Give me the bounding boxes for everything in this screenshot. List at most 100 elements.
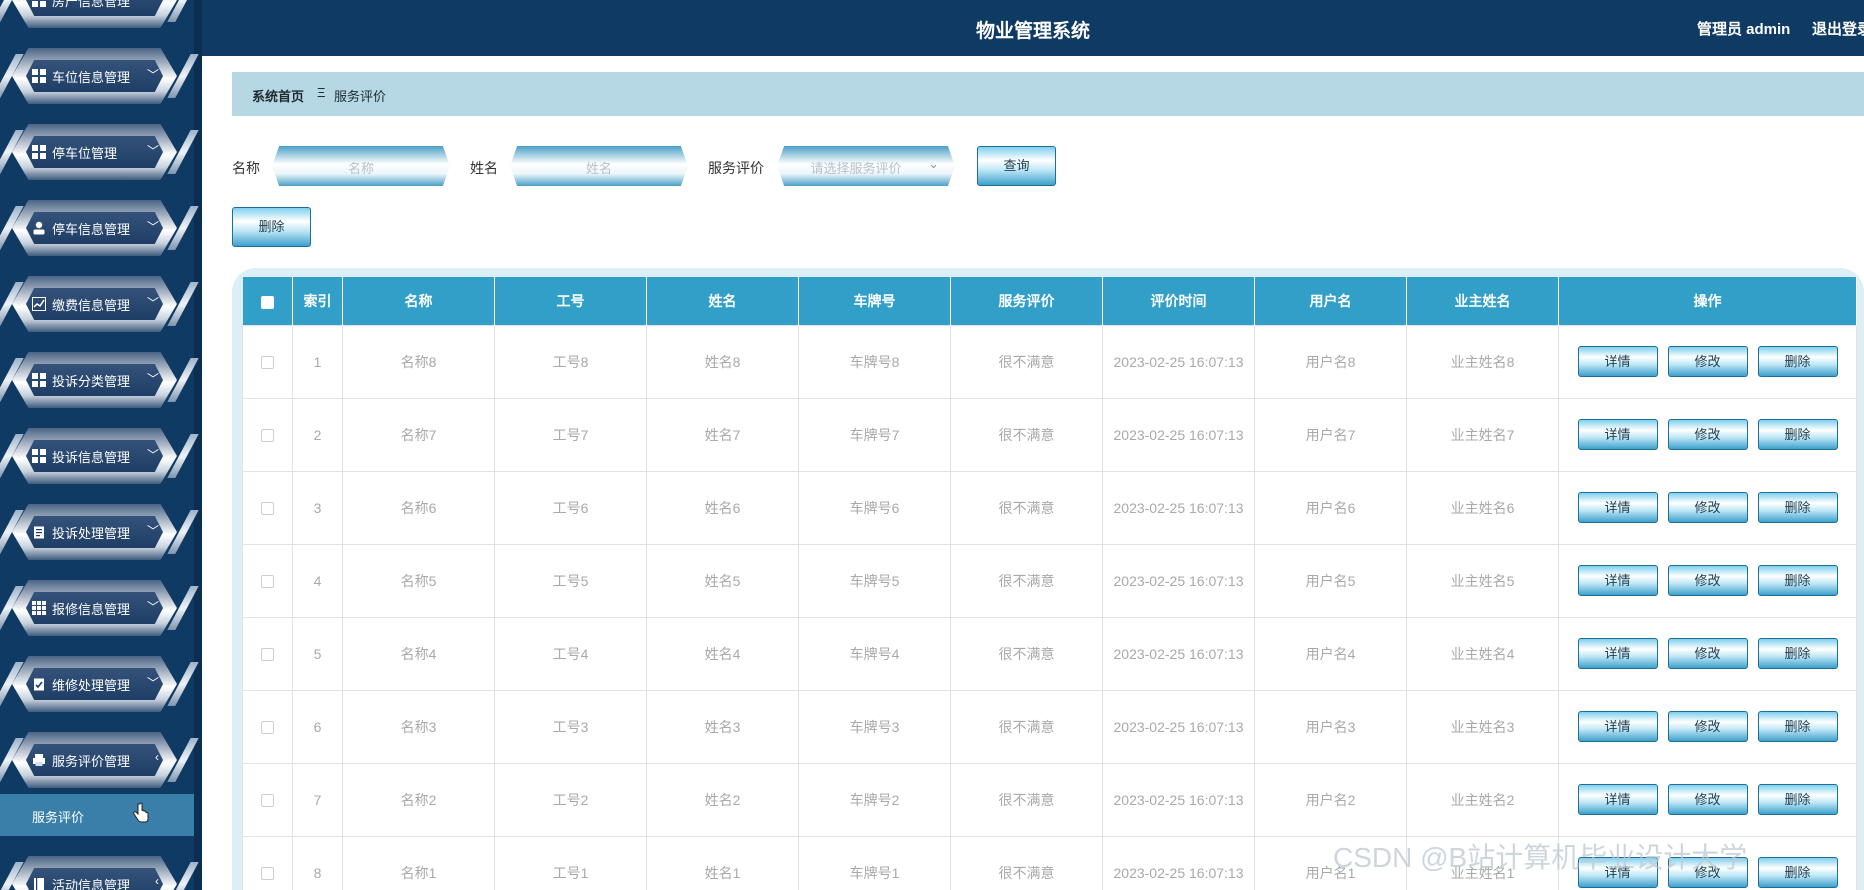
admin-label: 管理员 admin [1697, 21, 1791, 38]
cell-job-no: 工号5 [494, 543, 647, 618]
book-icon [34, 878, 44, 890]
cell-owner: 业主姓名5 [1406, 543, 1559, 618]
sidebar-item-label: 活动信息管理 [52, 878, 131, 890]
row-checkbox[interactable] [261, 356, 274, 370]
name-filter-input[interactable]: 名称 [272, 146, 450, 186]
query-button[interactable]: 查询 [977, 146, 1056, 186]
cell-name: 名称6 [342, 470, 495, 545]
edit-button[interactable]: 修改 [1667, 565, 1748, 596]
edit-button[interactable]: 修改 [1667, 419, 1748, 450]
cell-time: 2023-02-25 16:07:13 [1102, 616, 1255, 691]
delete-button[interactable]: 删除 [1757, 711, 1838, 742]
sidebar-item-complaint-handling[interactable]: 投诉处理管理 ﹀ [0, 504, 199, 560]
sidebar-item-parking-info[interactable]: 停车信息管理 ﹀ [0, 200, 199, 256]
cell-time: 2023-02-25 16:07:13 [1102, 762, 1255, 837]
chevron-down-icon: ﹀ [146, 448, 159, 462]
chevron-down-icon: ﹀ [146, 220, 159, 234]
table-row: 2 名称7 工号7 姓名7 车牌号7 很不满意 2023-02-25 16:07… [242, 397, 1857, 472]
cell-rating: 很不满意 [950, 543, 1103, 618]
row-checkbox[interactable] [261, 429, 274, 443]
cell-actions: 详情 修改 删除 [1558, 543, 1857, 618]
cell-rating: 很不满意 [950, 762, 1103, 837]
edit-button[interactable]: 修改 [1667, 492, 1748, 523]
sidebar-item-label: 停车信息管理 [52, 222, 131, 237]
cell-name: 名称1 [342, 835, 495, 890]
row-checkbox[interactable] [261, 502, 274, 516]
sidebar-item-maintenance-handling[interactable]: 维修处理管理 ﹀ [0, 656, 199, 712]
select-all-header[interactable] [242, 277, 293, 325]
row-checkbox[interactable] [261, 794, 274, 808]
rating-filter-select[interactable]: 请选择服务评价 ⌄ [777, 146, 955, 186]
bulk-delete-button[interactable]: 删除 [232, 207, 311, 247]
person-filter-input[interactable]: 姓名 [510, 146, 688, 186]
delete-button[interactable]: 删除 [1757, 565, 1838, 596]
row-checkbox[interactable] [261, 648, 274, 662]
edit-button[interactable]: 修改 [1667, 346, 1748, 377]
printer-icon [33, 754, 45, 766]
sidebar-item-label: 停车位管理 [52, 146, 118, 161]
edit-button[interactable]: 修改 [1667, 711, 1748, 742]
detail-button[interactable]: 详情 [1577, 638, 1658, 669]
sidebar-item-label: 维修处理管理 [52, 678, 131, 693]
person-filter-placeholder: 姓名 [585, 161, 612, 176]
cell-rating: 很不满意 [950, 324, 1103, 399]
cell-actions: 详情 修改 删除 [1558, 470, 1857, 545]
row-checkbox[interactable] [261, 575, 274, 589]
grid-icon [32, 0, 46, 7]
sidebar-item-complaint-category[interactable]: 投诉分类管理 ﹀ [0, 352, 199, 408]
cell-person: 姓名7 [646, 397, 799, 472]
cell-user: 用户名3 [1254, 689, 1407, 764]
cell-plate: 车牌号7 [798, 397, 951, 472]
delete-button[interactable]: 删除 [1757, 419, 1838, 450]
delete-button[interactable]: 删除 [1757, 784, 1838, 815]
delete-button[interactable]: 删除 [1757, 346, 1838, 377]
cell-rating: 很不满意 [950, 616, 1103, 691]
detail-button[interactable]: 详情 [1577, 784, 1658, 815]
cell-name: 名称7 [342, 397, 495, 472]
cell-job-no: 工号2 [494, 762, 647, 837]
sidebar-item-label: 缴费信息管理 [52, 298, 131, 313]
sidebar-item-repair-info[interactable]: 报修信息管理 ﹀ [0, 580, 199, 636]
breadcrumb-home-link[interactable]: 系统首页 [252, 86, 304, 105]
cell-index: 2 [292, 397, 343, 472]
select-all-checkbox[interactable] [260, 295, 274, 309]
row-checkbox[interactable] [261, 867, 274, 881]
delete-button[interactable]: 删除 [1757, 638, 1838, 669]
cell-index: 6 [292, 689, 343, 764]
row-checkbox[interactable] [261, 721, 274, 735]
sidebar-item-service-rating[interactable]: 服务评价管理 ‹ [0, 732, 199, 788]
cell-actions: 详情 修改 删除 [1558, 397, 1857, 472]
logout-link[interactable]: 退出登录 [1812, 18, 1864, 39]
delete-button[interactable]: 删除 [1757, 857, 1838, 888]
sidebar-item-property-info[interactable]: 房产信息管理 ﹀ [0, 0, 199, 28]
detail-button[interactable]: 详情 [1577, 492, 1658, 523]
cell-actions: 详情 修改 删除 [1558, 324, 1857, 399]
cell-owner: 业主姓名8 [1406, 324, 1559, 399]
sidebar-item-complaint-info[interactable]: 投诉信息管理 ﹀ [0, 428, 199, 484]
user-icon [33, 221, 45, 235]
cell-time: 2023-02-25 16:07:13 [1102, 835, 1255, 890]
cell-job-no: 工号4 [494, 616, 647, 691]
sidebar-subitem-service-rating[interactable]: 服务评价 [0, 794, 194, 836]
sidebar-item-label: 投诉信息管理 [52, 450, 131, 465]
sidebar-item-activity-info[interactable]: 活动信息管理 ‹ [0, 856, 199, 890]
col-header-plate: 车牌号 [798, 277, 951, 325]
detail-button[interactable]: 详情 [1577, 711, 1658, 742]
detail-button[interactable]: 详情 [1577, 346, 1658, 377]
sidebar-item-parking-lot[interactable]: 停车位管理 ﹀ [0, 124, 199, 180]
col-header-user: 用户名 [1254, 277, 1407, 325]
detail-button[interactable]: 详情 [1577, 565, 1658, 596]
table-row: 3 名称6 工号6 姓名6 车牌号6 很不满意 2023-02-25 16:07… [242, 470, 1857, 545]
col-header-time: 评价时间 [1102, 277, 1255, 325]
cell-person: 姓名6 [646, 470, 799, 545]
edit-button[interactable]: 修改 [1667, 638, 1748, 669]
col-header-owner: 业主姓名 [1406, 277, 1559, 325]
sidebar-item-payment-info[interactable]: 缴费信息管理 ﹀ [0, 276, 199, 332]
detail-button[interactable]: 详情 [1577, 419, 1658, 450]
table-row: 1 名称8 工号8 姓名8 车牌号8 很不满意 2023-02-25 16:07… [242, 324, 1857, 399]
edit-button[interactable]: 修改 [1667, 784, 1748, 815]
sidebar-item-parking-space-info[interactable]: 车位信息管理 ﹀ [0, 48, 199, 104]
delete-button[interactable]: 删除 [1757, 492, 1838, 523]
cell-name: 名称5 [342, 543, 495, 618]
cell-rating: 很不满意 [950, 835, 1103, 890]
